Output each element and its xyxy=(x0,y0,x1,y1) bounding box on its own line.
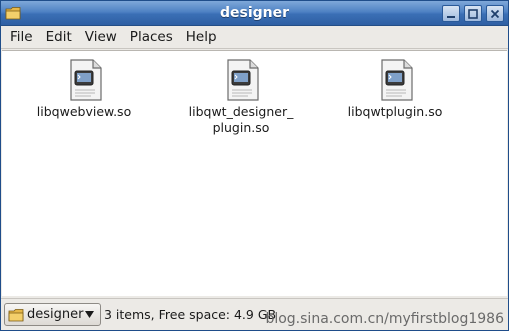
menu-bar: File Edit View Places Help xyxy=(1,26,508,49)
file-item[interactable]: libqwebview.so xyxy=(19,57,149,120)
file-view[interactable]: libqwebview.so libqwt_designer_ plugin.s… xyxy=(2,50,507,296)
close-button[interactable] xyxy=(486,5,504,22)
watermark: blog.sina.com.cn/myfirstblog1986 xyxy=(265,311,504,327)
menu-help[interactable]: Help xyxy=(181,26,222,48)
menu-help-label: Help xyxy=(185,29,217,45)
shared-library-file-icon xyxy=(381,59,413,101)
menu-view[interactable]: View xyxy=(80,26,122,48)
menu-file-label: File xyxy=(10,29,33,45)
menu-places[interactable]: Places xyxy=(125,26,178,48)
file-item[interactable]: libqwt_designer_ plugin.so xyxy=(176,57,306,136)
maximize-icon xyxy=(468,8,478,19)
window-title: designer xyxy=(219,5,290,21)
file-item[interactable]: libqwtplugin.so xyxy=(330,57,460,120)
file-name: libqwt_designer_ plugin.so xyxy=(188,104,294,135)
chevron-down-icon xyxy=(85,311,94,318)
status-bar: designer 3 items, Free space: 4.9 GB blo… xyxy=(1,298,508,330)
close-icon xyxy=(490,9,500,18)
file-name: libqwebview.so xyxy=(36,104,132,119)
title-bar[interactable]: designer xyxy=(1,1,508,26)
minimize-icon xyxy=(447,15,455,18)
location-dropdown[interactable]: designer xyxy=(4,303,101,326)
file-manager-window: designer File Edit View Places Help libq… xyxy=(0,0,509,331)
location-label: designer xyxy=(27,307,84,322)
maximize-button[interactable] xyxy=(464,5,482,22)
menu-places-label: Places xyxy=(129,29,173,45)
menu-file[interactable]: File xyxy=(5,26,38,48)
status-text: 3 items, Free space: 4.9 GB xyxy=(104,307,277,322)
menu-view-label: View xyxy=(84,29,117,45)
minimize-button[interactable] xyxy=(442,5,460,22)
shared-library-file-icon xyxy=(70,59,102,101)
shared-library-file-icon xyxy=(227,59,259,101)
file-name: libqwtplugin.so xyxy=(347,104,443,119)
menu-edit[interactable]: Edit xyxy=(41,26,77,48)
folder-icon xyxy=(8,308,24,321)
menu-edit-label: Edit xyxy=(45,29,72,45)
